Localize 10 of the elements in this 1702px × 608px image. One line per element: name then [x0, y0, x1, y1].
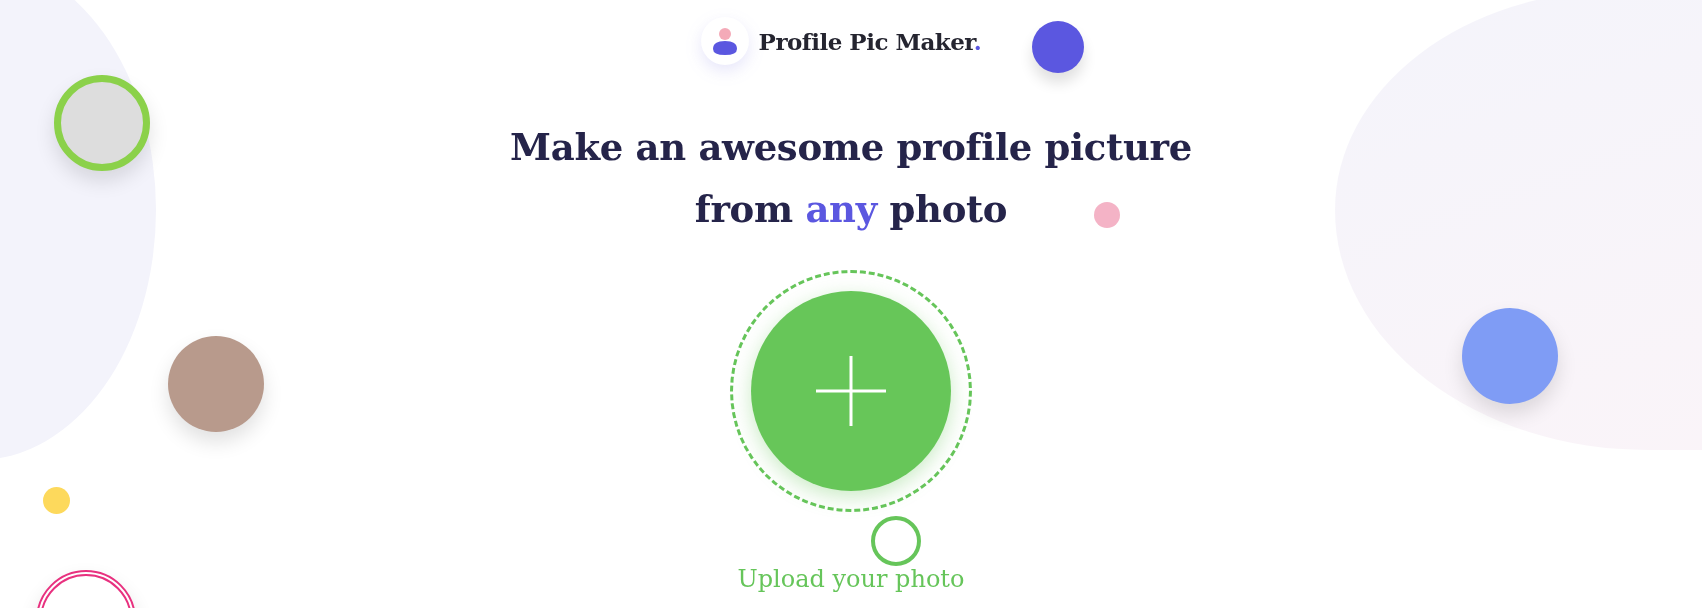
- decorative-dot: [1032, 21, 1084, 73]
- decorative-dot: [43, 487, 70, 514]
- upload-button[interactable]: [751, 291, 951, 491]
- plus-icon: [816, 356, 886, 426]
- headline-line: from any photo: [694, 186, 1008, 233]
- upload-label[interactable]: Upload your photo: [737, 565, 965, 593]
- brand-name: Profile Pic Maker.: [758, 27, 982, 55]
- headline-line: Make an awesome profile picture: [510, 124, 1192, 171]
- decorative-dot: [1094, 202, 1120, 228]
- decorative-ring: [871, 516, 921, 566]
